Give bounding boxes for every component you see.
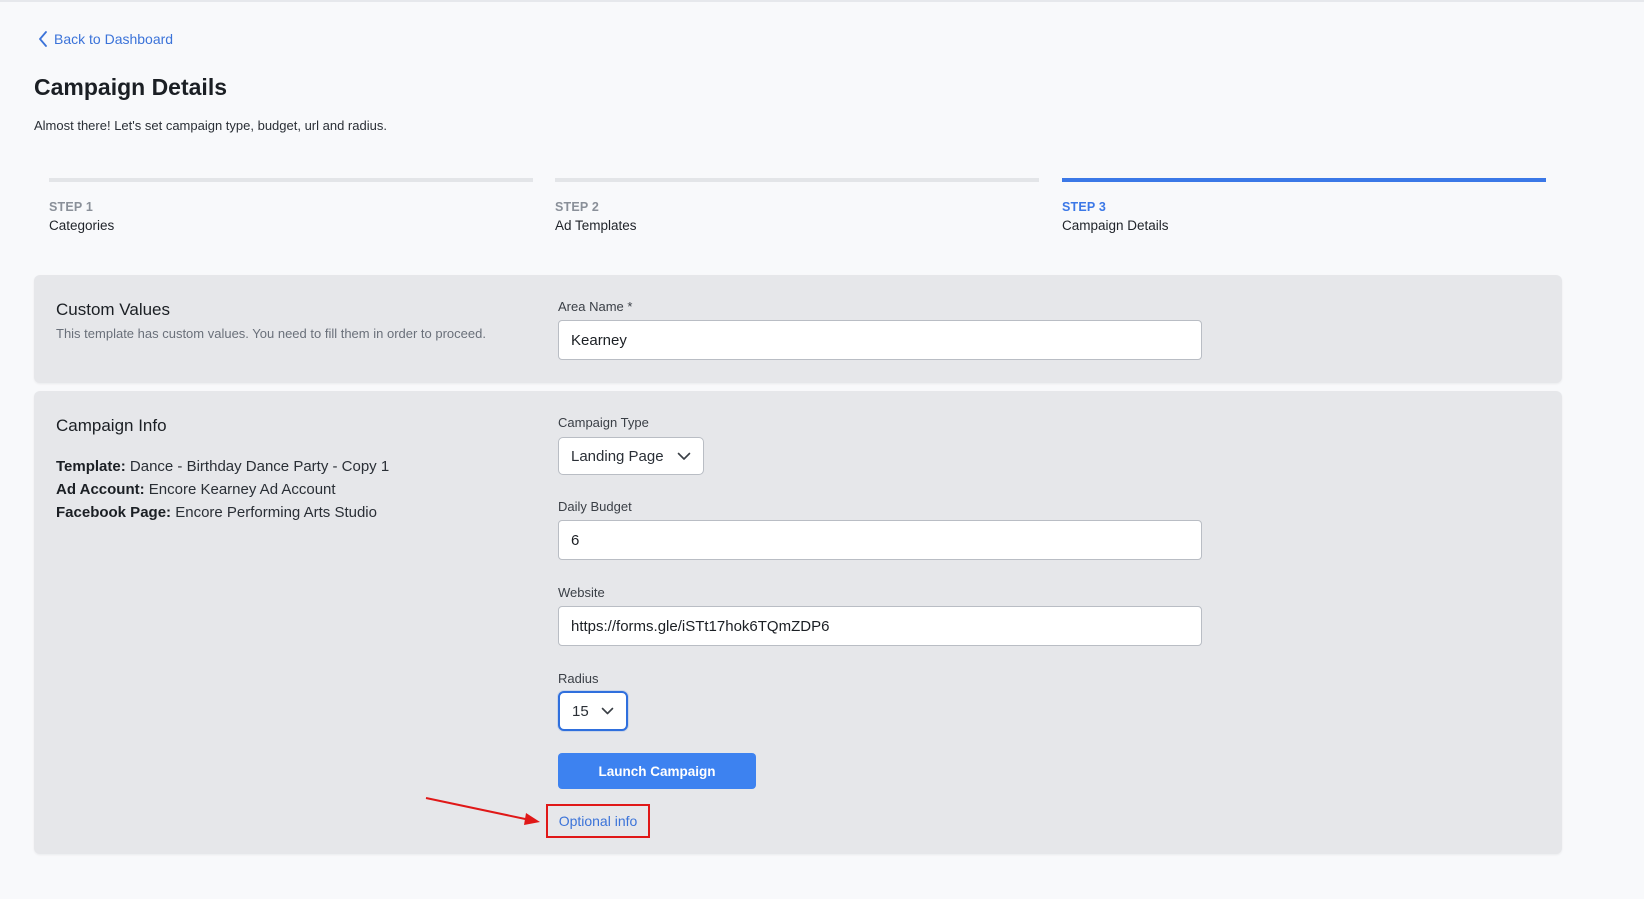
campaign-type-value: Landing Page (571, 447, 664, 465)
step-1[interactable]: STEP 1 Categories (49, 178, 533, 233)
step-number: STEP 3 (1062, 200, 1107, 214)
daily-budget-input[interactable] (558, 520, 1202, 560)
template-info-label: Template: (56, 458, 126, 475)
radius-value: 15 (572, 702, 589, 720)
stepper: STEP 1 Categories STEP 2 Ad Templates ST… (49, 178, 1549, 242)
radius-select[interactable]: 15 (558, 691, 628, 731)
campaign-type-label: Campaign Type (558, 415, 649, 430)
red-arrow-icon (424, 794, 544, 835)
custom-values-card: Custom Values This template has custom v… (34, 275, 1562, 383)
campaign-type-select[interactable]: Landing Page (558, 437, 704, 475)
template-info: Template: Dance - Birthday Dance Party -… (56, 458, 389, 475)
custom-values-title: Custom Values (56, 300, 171, 319)
area-name-label: Area Name * (558, 299, 633, 314)
launch-campaign-button[interactable]: Launch Campaign (558, 753, 756, 789)
step-name: Ad Templates (555, 218, 637, 233)
ad-account-info-value: Encore Kearney Ad Account (148, 481, 336, 498)
step-number: STEP 1 (49, 200, 94, 214)
top-border (0, 0, 1644, 2)
custom-values-description: This template has custom values. You nee… (56, 326, 486, 341)
step-3[interactable]: STEP 3 Campaign Details (1062, 178, 1546, 233)
step-number: STEP 2 (555, 200, 600, 214)
chevron-down-icon (601, 707, 614, 715)
facebook-page-info-value: Encore Performing Arts Studio (175, 504, 377, 521)
page-subtitle: Almost there! Let's set campaign type, b… (34, 118, 387, 133)
template-info-value: Dance - Birthday Dance Party - Copy 1 (129, 458, 390, 475)
ad-account-info-label: Ad Account: (56, 481, 145, 498)
campaign-info-title: Campaign Info (56, 416, 167, 435)
optional-info-link[interactable]: Optional info (546, 804, 650, 838)
ad-account-info: Ad Account: Encore Kearney Ad Account (56, 481, 336, 498)
facebook-page-info: Facebook Page: Encore Performing Arts St… (56, 504, 377, 521)
chevron-down-icon (677, 452, 691, 461)
chevron-left-icon (38, 31, 48, 47)
area-name-input[interactable] (558, 320, 1202, 360)
daily-budget-label: Daily Budget (558, 499, 632, 514)
back-link-label: Back to Dashboard (54, 31, 174, 47)
website-label: Website (558, 585, 605, 600)
radius-label: Radius (558, 671, 599, 686)
campaign-info-card: Campaign Info Template: Dance - Birthday… (34, 391, 1562, 854)
step-name: Categories (49, 218, 115, 233)
page-title: Campaign Details (34, 74, 227, 100)
step-name: Campaign Details (1062, 218, 1169, 233)
facebook-page-info-label: Facebook Page: (56, 504, 172, 521)
step-2[interactable]: STEP 2 Ad Templates (555, 178, 1039, 233)
back-to-dashboard-link[interactable]: Back to Dashboard (38, 28, 173, 50)
website-input[interactable] (558, 606, 1202, 646)
